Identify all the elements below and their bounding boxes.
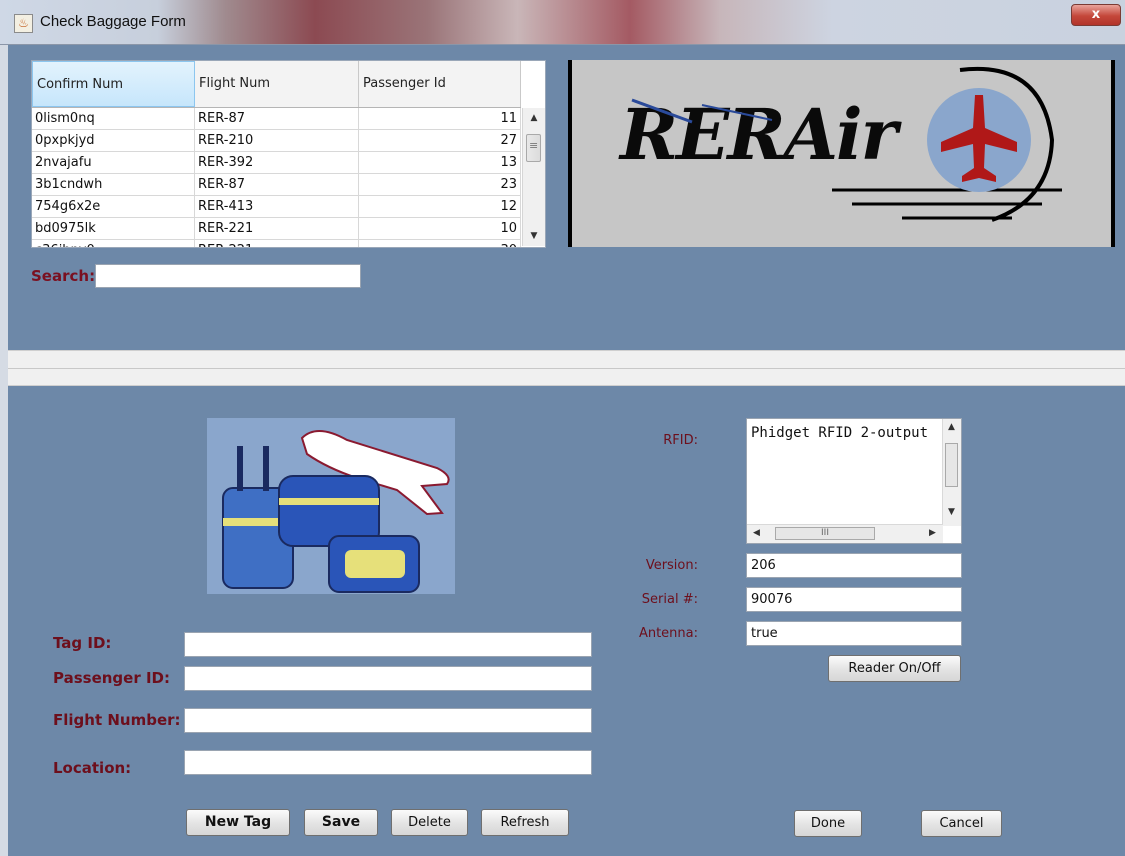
scroll-right-icon[interactable]: ▶ xyxy=(929,528,936,538)
cell-passenger-id: 10 xyxy=(359,218,521,239)
tag-id-label: Tag ID: xyxy=(53,634,112,652)
table-vertical-scrollbar[interactable]: ▲ ▼ xyxy=(522,108,545,246)
tag-id-field[interactable] xyxy=(184,632,592,657)
flight-number-field[interactable] xyxy=(184,708,592,733)
table-row[interactable]: 3b1cndwh RER-87 23 xyxy=(32,174,521,196)
table-row[interactable]: c36ibnv0 RER-221 30 xyxy=(32,240,521,247)
cell-passenger-id: 30 xyxy=(359,240,521,247)
java-app-icon: ♨ xyxy=(14,14,33,33)
new-tag-button[interactable]: New Tag xyxy=(186,809,290,836)
title-bar: ♨ Check Baggage Form x xyxy=(0,0,1125,45)
cell-passenger-id: 27 xyxy=(359,130,521,151)
cell-confirm-num: 0lism0nq xyxy=(32,108,195,129)
location-field[interactable] xyxy=(184,750,592,775)
table-body: 0lism0nq RER-87 11 0pxpkjyd RER-210 27 2… xyxy=(32,108,521,247)
cell-flight-num: RER-210 xyxy=(195,130,359,151)
cancel-button[interactable]: Cancel xyxy=(921,810,1002,837)
scroll-thumb[interactable] xyxy=(945,443,958,487)
column-header-passenger-id[interactable]: Passenger Id xyxy=(359,61,521,107)
cell-flight-num: RER-392 xyxy=(195,152,359,173)
scroll-left-icon[interactable]: ◀ xyxy=(753,528,760,538)
scroll-thumb[interactable]: III xyxy=(775,527,875,540)
rfid-vertical-scrollbar[interactable]: ▲ ▼ xyxy=(942,419,961,526)
rfid-horizontal-scrollbar[interactable]: ◀ III ▶ xyxy=(747,524,943,543)
cell-flight-num: RER-221 xyxy=(195,218,359,239)
column-header-flight-num[interactable]: Flight Num xyxy=(195,61,359,107)
flight-number-label: Flight Number: xyxy=(53,711,181,729)
passenger-id-field[interactable] xyxy=(184,666,592,691)
cell-passenger-id: 11 xyxy=(359,108,521,129)
delete-button[interactable]: Delete xyxy=(391,809,468,836)
rerair-logo: RERAir xyxy=(568,60,1115,247)
cell-confirm-num: bd0975lk xyxy=(32,218,195,239)
refresh-button[interactable]: Refresh xyxy=(481,809,569,836)
table-row[interactable]: 0pxpkjyd RER-210 27 xyxy=(32,130,521,152)
baggage-table[interactable]: Confirm Num Flight Num Passenger Id 0lis… xyxy=(31,60,546,248)
close-button[interactable]: x xyxy=(1071,4,1121,26)
done-button[interactable]: Done xyxy=(794,810,862,837)
cell-flight-num: RER-221 xyxy=(195,240,359,247)
check-baggage-window: ♨ Check Baggage Form x Confirm Num Fligh… xyxy=(0,0,1125,856)
cell-passenger-id: 13 xyxy=(359,152,521,173)
table-row[interactable]: 2nvajafu RER-392 13 xyxy=(32,152,521,174)
table-header: Confirm Num Flight Num Passenger Id xyxy=(32,61,521,108)
scroll-thumb[interactable] xyxy=(526,134,541,162)
column-header-confirm-num[interactable]: Confirm Num xyxy=(32,61,195,107)
save-button[interactable]: Save xyxy=(304,809,378,836)
scroll-down-icon[interactable]: ▼ xyxy=(948,507,955,517)
rfid-textarea[interactable]: Phidget RFID 2-output ▲ ▼ ◀ III ▶ xyxy=(746,418,962,544)
version-label: Version: xyxy=(645,558,698,573)
serial-field[interactable]: 90076 xyxy=(746,587,962,612)
scroll-down-icon[interactable]: ▼ xyxy=(523,228,545,244)
location-label: Location: xyxy=(53,759,132,777)
cell-passenger-id: 23 xyxy=(359,174,521,195)
table-row[interactable]: 754g6x2e RER-413 12 xyxy=(32,196,521,218)
cell-flight-num: RER-87 xyxy=(195,108,359,129)
rfid-text: Phidget RFID 2-output xyxy=(751,425,929,441)
split-pane-divider[interactable] xyxy=(8,350,1125,386)
antenna-field[interactable]: true xyxy=(746,621,962,646)
table-row[interactable]: 0lism0nq RER-87 11 xyxy=(32,108,521,130)
reader-on-off-button[interactable]: Reader On/Off xyxy=(828,655,961,682)
table-row[interactable]: bd0975lk RER-221 10 xyxy=(32,218,521,240)
scroll-up-icon[interactable]: ▲ xyxy=(948,422,955,432)
cell-confirm-num: c36ibnv0 xyxy=(32,240,195,247)
serial-label: Serial #: xyxy=(641,592,698,607)
search-input[interactable] xyxy=(95,264,361,288)
logo-plane-emblem xyxy=(631,66,1062,222)
cell-flight-num: RER-87 xyxy=(195,174,359,195)
search-label: Search: xyxy=(31,267,96,285)
rfid-label: RFID: xyxy=(663,433,698,448)
passenger-id-label: Passenger ID: xyxy=(53,669,170,687)
antenna-label: Antenna: xyxy=(638,626,698,641)
baggage-clipart xyxy=(207,418,455,594)
cell-confirm-num: 3b1cndwh xyxy=(32,174,195,195)
cell-flight-num: RER-413 xyxy=(195,196,359,217)
window-title: Check Baggage Form xyxy=(40,13,186,30)
cell-confirm-num: 2nvajafu xyxy=(32,152,195,173)
cell-confirm-num: 754g6x2e xyxy=(32,196,195,217)
cell-passenger-id: 12 xyxy=(359,196,521,217)
version-field[interactable]: 206 xyxy=(746,553,962,578)
cell-confirm-num: 0pxpkjyd xyxy=(32,130,195,151)
scroll-up-icon[interactable]: ▲ xyxy=(523,110,545,126)
